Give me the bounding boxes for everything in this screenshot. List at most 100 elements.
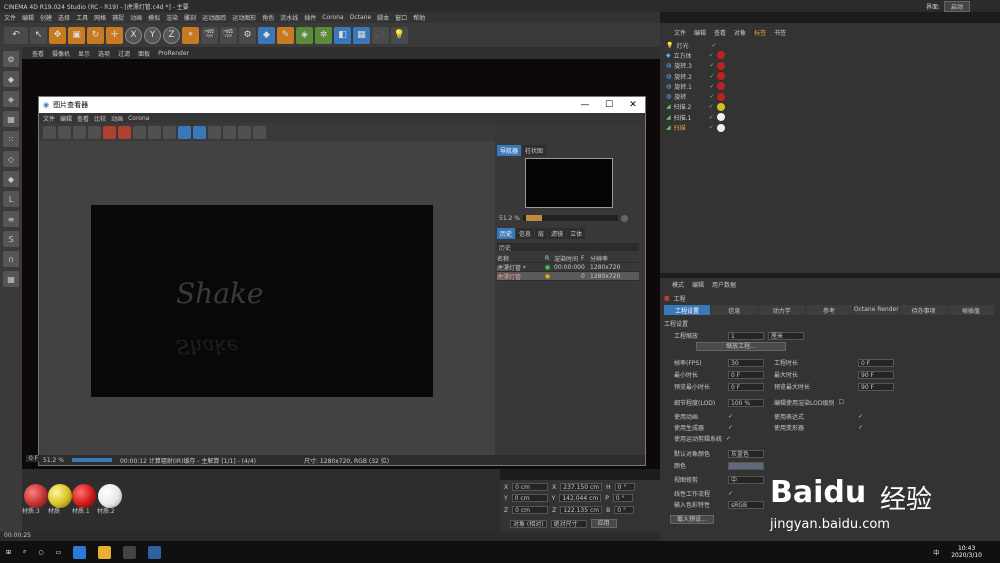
scale-unit-select[interactable]: 厘米	[768, 331, 804, 340]
tab-info[interactable]: 信息	[516, 228, 535, 239]
om-bookmarks[interactable]: 书签	[774, 28, 786, 38]
channel-icon[interactable]	[208, 125, 221, 139]
vp-display[interactable]: 显示	[78, 49, 90, 58]
zoom-fit-icon[interactable]	[620, 214, 628, 222]
om-tags[interactable]: 标签	[754, 28, 766, 38]
minimize-button[interactable]: —	[573, 100, 597, 110]
select-icon[interactable]: ↖	[30, 26, 47, 44]
menu-mesh[interactable]: 网格	[94, 13, 106, 22]
pos-x-field[interactable]: 0 cm	[512, 483, 549, 491]
tab-navigator[interactable]: 导航器	[497, 145, 522, 156]
project-time-field[interactable]: 0 F	[858, 358, 894, 367]
floor-icon[interactable]: ▦	[353, 26, 370, 44]
interface-select[interactable]: 启动	[943, 0, 970, 12]
x-axis-button[interactable]: X	[125, 26, 142, 44]
tab-histogram[interactable]: 柱状图	[522, 145, 547, 156]
max-time-field[interactable]: 90 F	[858, 370, 894, 379]
am-userdata[interactable]: 用户数据	[712, 280, 736, 290]
vp-prorender[interactable]: ProRender	[158, 50, 189, 57]
checkbox[interactable]: ✓	[728, 424, 733, 431]
menu-plugins[interactable]: 插件	[304, 13, 316, 22]
camera-icon[interactable]: 🎥	[372, 26, 389, 44]
scale-field[interactable]: 1	[728, 331, 764, 340]
view-clip-select[interactable]: 中	[728, 475, 764, 484]
object-row[interactable]: ◍ 旋转.3 ✓	[666, 61, 991, 71]
om-edit[interactable]: 编辑	[694, 28, 706, 38]
pv-menu-view[interactable]: 查看	[77, 114, 89, 123]
render-view-icon[interactable]: 🎬	[201, 26, 218, 44]
size-x-field[interactable]: 237.150 cm	[560, 483, 603, 491]
load-preset-button[interactable]: 载入预设...	[670, 515, 714, 524]
rot-h-field[interactable]: 0 °	[614, 483, 635, 491]
tab-todo[interactable]: 待办事项	[900, 305, 947, 315]
snapshot-icon[interactable]	[73, 125, 86, 139]
histogram-icon[interactable]	[238, 125, 251, 139]
scale-project-button[interactable]: 缩放工程...	[696, 342, 786, 351]
tab-interpolation[interactable]: 帧插值	[947, 305, 994, 315]
menu-mograph[interactable]: 运动图形	[232, 13, 256, 22]
cube-icon[interactable]: ◆	[258, 26, 275, 44]
apply-button[interactable]: 应用	[590, 519, 617, 528]
alpha-icon[interactable]	[223, 125, 236, 139]
tab-octane[interactable]: Octane Render	[853, 305, 900, 315]
pv-menu-corona[interactable]: Corona	[128, 115, 149, 122]
make-editable-icon[interactable]: ⚙	[3, 51, 19, 67]
object-row[interactable]: ◢ 扫描 ✓	[666, 122, 991, 132]
object-row[interactable]: ◍ 旋转.1 ✓	[666, 81, 991, 91]
edge-icon[interactable]	[73, 545, 87, 559]
material-tag-icon[interactable]	[716, 51, 725, 60]
menu-create[interactable]: 创建	[40, 13, 52, 22]
frame-field[interactable]: 0 F	[26, 455, 42, 462]
preview-min-field[interactable]: 0 F	[728, 382, 764, 391]
material-tag-icon[interactable]	[717, 61, 726, 70]
menu-character[interactable]: 角色	[262, 13, 274, 22]
am-mode[interactable]: 模式	[672, 280, 684, 290]
render-settings-icon[interactable]: ⚙	[239, 26, 256, 44]
fps-field[interactable]: 30	[728, 358, 764, 367]
material-tag-icon[interactable]	[717, 92, 726, 101]
pv-menu-compare[interactable]: 比较	[94, 114, 106, 123]
object-row[interactable]: ◍ 旋转 ✓	[666, 91, 991, 101]
menu-tools[interactable]: 工具	[76, 13, 88, 22]
region-icon[interactable]	[133, 125, 146, 139]
checkbox[interactable]: ✓	[726, 435, 731, 442]
am-edit[interactable]: 编辑	[692, 280, 704, 290]
menu-render[interactable]: 渲染	[166, 13, 178, 22]
swap-icon[interactable]	[163, 125, 176, 139]
checkbox[interactable]: ✓	[858, 424, 863, 431]
vp-panel[interactable]: 面板	[138, 49, 150, 58]
recent-tool-icon[interactable]: ✛	[106, 26, 123, 44]
undo-icon[interactable]: ↶	[4, 26, 28, 44]
texture-mode-icon[interactable]: ◈	[3, 91, 19, 107]
menu-script[interactable]: 脚本	[377, 13, 389, 22]
compare-icon[interactable]	[148, 125, 161, 139]
store-icon[interactable]	[123, 545, 137, 559]
material-ball[interactable]	[72, 484, 96, 508]
render-picture-viewer-icon[interactable]: 🎬	[220, 26, 237, 44]
coord-mode-select[interactable]: 对象 (相对)	[510, 519, 547, 528]
status-zoom[interactable]: 51.2 %	[43, 457, 64, 464]
material-tag-icon[interactable]	[716, 123, 725, 132]
lod-field[interactable]: 100 %	[728, 398, 764, 407]
preview-max-field[interactable]: 90 F	[858, 382, 894, 391]
filter-icon[interactable]	[253, 125, 266, 139]
checkbox[interactable]: ✓	[858, 413, 863, 420]
material-tag-icon[interactable]	[716, 102, 725, 111]
stop-icon[interactable]	[118, 125, 131, 139]
tab-project-settings[interactable]: 工程设置	[664, 305, 711, 315]
material-ball[interactable]	[24, 484, 48, 508]
object-row[interactable]: 💡 灯光 ✓	[666, 40, 991, 50]
size-z-field[interactable]: 122.135 cm	[560, 506, 603, 514]
timeline[interactable]: 00:00:25	[0, 532, 660, 541]
vp-filter[interactable]: 过滤	[118, 49, 130, 58]
maximize-button[interactable]: ☐	[597, 100, 621, 110]
tweak-icon[interactable]: ≡	[3, 211, 19, 227]
menu-animate[interactable]: 动画	[130, 13, 142, 22]
subdivision-icon[interactable]: ◈	[296, 26, 313, 44]
grid-icon[interactable]: ▦	[3, 271, 19, 287]
tab-dynamics[interactable]: 动力学	[758, 305, 805, 315]
search-icon[interactable]: ⌕	[23, 548, 26, 556]
menu-pipeline[interactable]: 流水线	[280, 13, 298, 22]
deformer-icon[interactable]: ◧	[334, 26, 351, 44]
array-icon[interactable]: ✲	[315, 26, 332, 44]
